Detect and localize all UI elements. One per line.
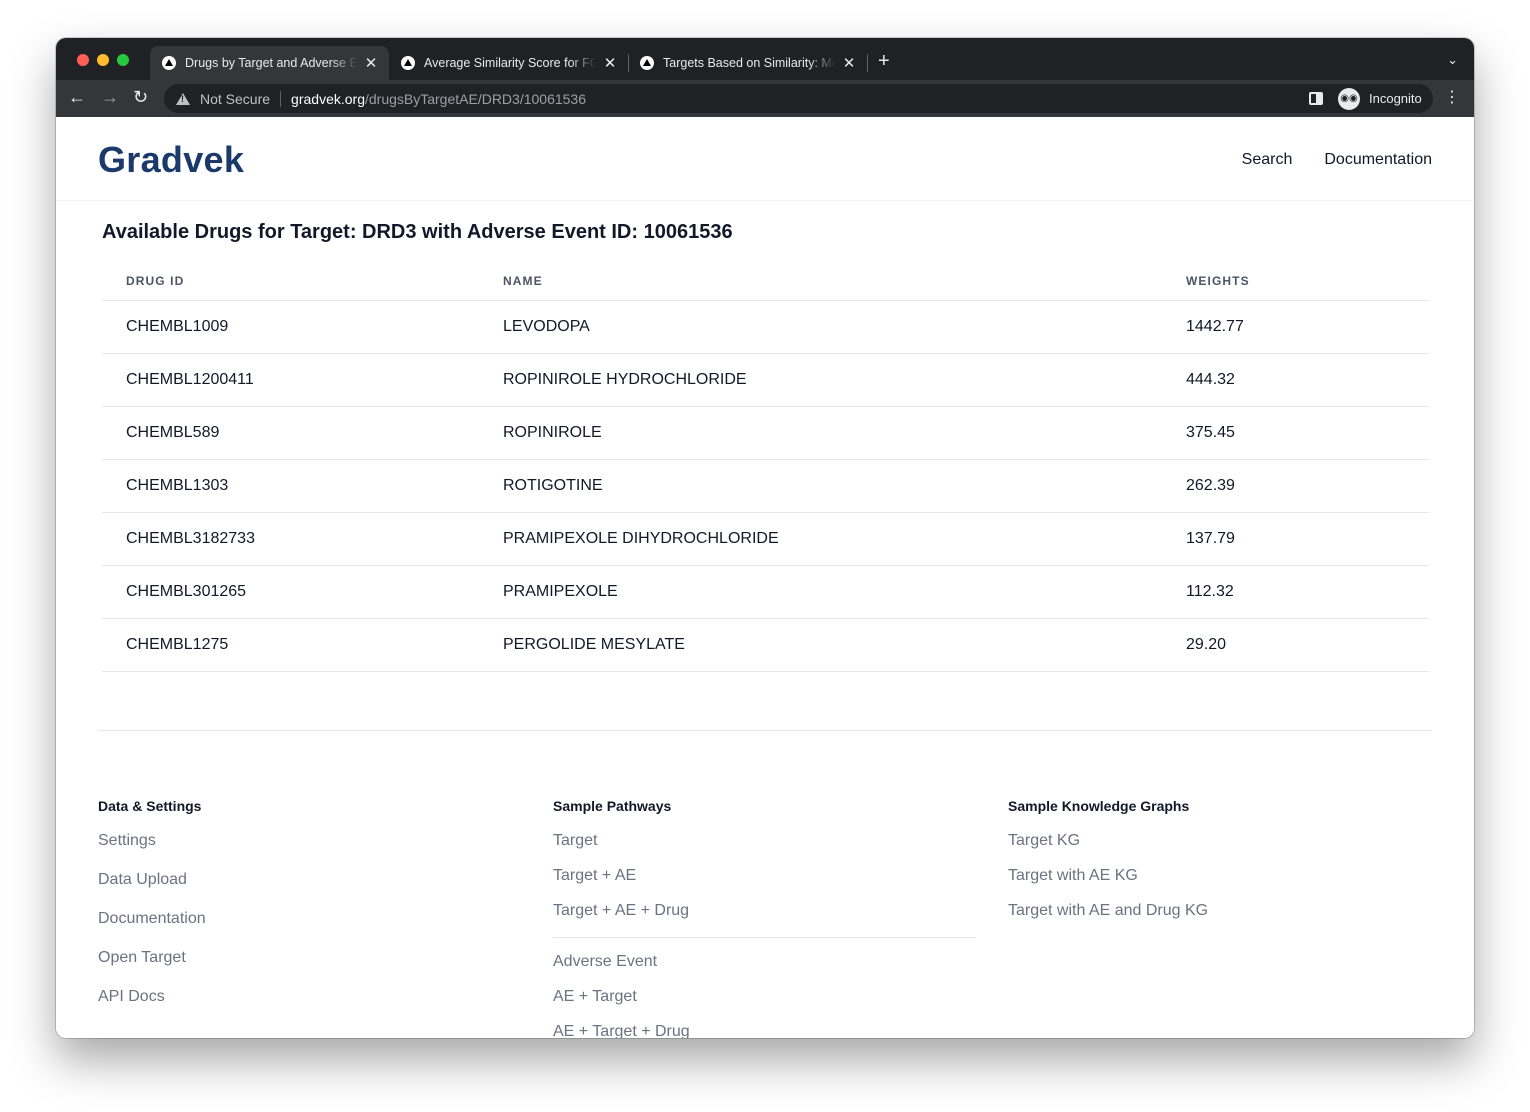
footer-link-target-ae-drug-kg[interactable]: Target with AE and Drug KG — [1008, 902, 1431, 920]
minimize-window-button[interactable] — [97, 54, 109, 66]
omnibox-divider — [280, 90, 282, 107]
top-nav: Search Documentation — [1242, 151, 1432, 169]
footer-heading: Sample Pathways — [553, 798, 672, 814]
back-arrow-icon[interactable]: ← — [68, 87, 86, 107]
tab-targets-similarity[interactable]: Targets Based on Similarity: Most ✕ — [628, 46, 867, 80]
footer-section-divider — [553, 937, 976, 938]
browser-toolbar: ← → ↻ Not Secure gradvek.org/drugsByTarg… — [56, 80, 1474, 117]
footer-link-settings[interactable]: Settings — [98, 832, 521, 850]
warning-icon — [176, 92, 190, 105]
drug-name-cell: LEVODOPA — [503, 300, 1186, 354]
forward-arrow-icon[interactable]: → — [101, 87, 119, 107]
tab-drugs-by-target[interactable]: Drugs by Target and Adverse Event ✕ — [150, 46, 389, 80]
tab-close-icon[interactable]: ✕ — [602, 54, 618, 72]
column-header-name: NAME — [503, 262, 1186, 301]
page-content: Gradvek Search Documentation Available D… — [56, 117, 1474, 1038]
side-panel-icon[interactable] — [1309, 92, 1323, 105]
nav-search-link[interactable]: Search — [1242, 151, 1293, 169]
drug-id-cell: CHEMBL3182733 — [102, 512, 503, 566]
drug-name-cell: PERGOLIDE MESYLATE — [503, 618, 1186, 672]
drug-weight-cell: 262.39 — [1186, 459, 1429, 513]
footer-heading: Sample Knowledge Graphs — [1008, 798, 1190, 814]
footer-heading: Data & Settings — [98, 798, 202, 814]
tab-separator — [867, 54, 868, 72]
drug-id-cell: CHEMBL1009 — [102, 300, 503, 354]
tab-strip: Drugs by Target and Adverse Event ✕ Aver… — [56, 38, 1474, 80]
site-favicon-icon — [162, 56, 176, 70]
table-row: CHEMBL589 ROPINIROLE 375.45 — [102, 406, 1429, 460]
tab-search-chevron-icon[interactable]: ⌄ — [1447, 52, 1458, 68]
drug-weight-cell: 375.45 — [1186, 406, 1429, 460]
site-logo[interactable]: Gradvek — [98, 139, 244, 181]
drug-weight-cell: 1442.77 — [1186, 300, 1429, 354]
drug-id-cell: CHEMBL1200411 — [102, 353, 503, 407]
browser-window: Drugs by Target and Adverse Event ✕ Aver… — [56, 38, 1474, 1038]
footer-sample-pathways: Sample Pathways Target Target + AE Targe… — [553, 798, 976, 1038]
url-path: /drugsByTargetAE/DRD3/10061536 — [364, 90, 587, 107]
footer-knowledge-graphs: Sample Knowledge Graphs Target KG Target… — [1008, 798, 1431, 937]
footer-link-target[interactable]: Target — [553, 832, 976, 850]
footer-divider — [98, 730, 1432, 731]
column-header-drug-id: DRUG ID — [102, 262, 503, 301]
zoom-window-button[interactable] — [117, 54, 129, 66]
drug-weight-cell: 444.32 — [1186, 353, 1429, 407]
close-window-button[interactable] — [77, 54, 89, 66]
drug-name-cell: PRAMIPEXOLE DIHYDROCHLORIDE — [503, 512, 1186, 566]
footer-link-documentation[interactable]: Documentation — [98, 910, 521, 928]
footer-link-target-ae[interactable]: Target + AE — [553, 867, 976, 885]
address-bar[interactable]: Not Secure gradvek.org/drugsByTargetAE/D… — [164, 84, 1386, 113]
drug-weight-cell: 112.32 — [1186, 565, 1429, 619]
drug-weight-cell: 137.79 — [1186, 512, 1429, 566]
site-favicon-icon — [640, 56, 654, 70]
tab-title: Average Similarity Score for FGFR — [424, 56, 596, 70]
site-header: Gradvek Search Documentation — [56, 117, 1474, 201]
footer-link-target-ae-drug[interactable]: Target + AE + Drug — [553, 902, 976, 920]
site-favicon-icon — [401, 56, 415, 70]
profile-label: Incognito — [1369, 91, 1422, 106]
footer-data-settings: Data & Settings Settings Data Upload Doc… — [98, 798, 521, 1027]
column-header-weights: WEIGHTS — [1186, 262, 1429, 301]
footer-link-target-kg[interactable]: Target KG — [1008, 832, 1431, 850]
security-status[interactable]: Not Secure — [200, 91, 270, 107]
tab-title: Drugs by Target and Adverse Event — [185, 56, 357, 70]
drug-name-cell: ROPINIROLE — [503, 406, 1186, 460]
reload-icon[interactable]: ↻ — [133, 87, 148, 107]
footer-link-open-target[interactable]: Open Target — [98, 949, 521, 967]
drug-name-cell: ROTIGOTINE — [503, 459, 1186, 513]
table-row: CHEMBL1200411 ROPINIROLE HYDROCHLORIDE 4… — [102, 353, 1429, 407]
table-row: CHEMBL3182733 PRAMIPEXOLE DIHYDROCHLORID… — [102, 512, 1429, 566]
footer-link-data-upload[interactable]: Data Upload — [98, 871, 521, 889]
drug-id-cell: CHEMBL301265 — [102, 565, 503, 619]
table-row: CHEMBL1009 LEVODOPA 1442.77 — [102, 300, 1429, 354]
more-menu-icon[interactable]: ⋮ — [1444, 88, 1460, 108]
drug-id-cell: CHEMBL589 — [102, 406, 503, 460]
incognito-icon: ◉◉ — [1338, 87, 1360, 110]
drug-weight-cell: 29.20 — [1186, 618, 1429, 672]
tab-close-icon[interactable]: ✕ — [363, 54, 379, 72]
footer-link-adverse-event[interactable]: Adverse Event — [553, 953, 976, 971]
drug-id-cell: CHEMBL1275 — [102, 618, 503, 672]
drug-id-cell: CHEMBL1303 — [102, 459, 503, 513]
footer-link-target-ae-kg[interactable]: Target with AE KG — [1008, 867, 1431, 885]
table-row: CHEMBL301265 PRAMIPEXOLE 112.32 — [102, 565, 1429, 619]
table-header-row: DRUG ID NAME WEIGHTS — [102, 262, 1429, 301]
incognito-profile-button[interactable]: ◉◉ Incognito — [1335, 84, 1433, 113]
footer-link-api-docs[interactable]: API Docs — [98, 988, 521, 1006]
table-row: CHEMBL1275 PERGOLIDE MESYLATE 29.20 — [102, 618, 1429, 672]
footer-link-ae-target[interactable]: AE + Target — [553, 988, 976, 1006]
drugs-table: DRUG ID NAME WEIGHTS CHEMBL1009 LEVODOPA… — [102, 262, 1429, 672]
tab-average-similarity[interactable]: Average Similarity Score for FGFR ✕ — [389, 46, 628, 80]
tab-title: Targets Based on Similarity: Most — [663, 56, 835, 70]
drug-name-cell: PRAMIPEXOLE — [503, 565, 1186, 619]
drug-name-cell: ROPINIROLE HYDROCHLORIDE — [503, 353, 1186, 407]
new-tab-button[interactable]: + — [878, 51, 890, 71]
tab-close-icon[interactable]: ✕ — [841, 54, 857, 72]
table-row: CHEMBL1303 ROTIGOTINE 262.39 — [102, 459, 1429, 513]
page-title: Available Drugs for Target: DRD3 with Ad… — [102, 221, 733, 243]
url-host: gradvek.org — [291, 90, 365, 107]
nav-documentation-link[interactable]: Documentation — [1324, 151, 1432, 169]
footer-link-ae-target-drug[interactable]: AE + Target + Drug — [553, 1023, 976, 1038]
